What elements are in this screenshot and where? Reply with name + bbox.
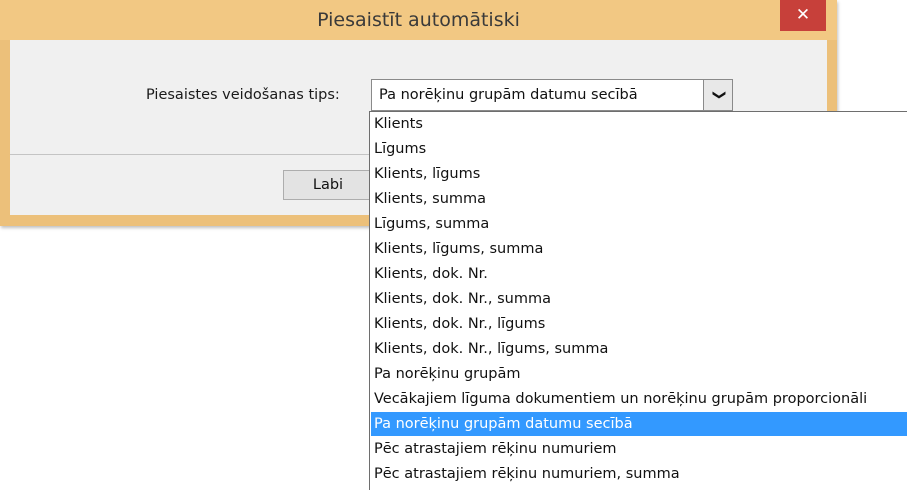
dropdown-option[interactable]: Pēc atrastajiem rēķinu numuriem, summa [371, 462, 907, 486]
title-bar[interactable]: Piesaistīt automātiski ✕ [0, 0, 837, 40]
link-type-selected-value: Pa norēķinu grupām datumu secībā [379, 87, 638, 103]
dropdown-option[interactable]: Klients, dok. Nr., summa [371, 287, 907, 311]
dropdown-toggle-button[interactable]: ❯ [703, 80, 732, 110]
dropdown-option[interactable]: Klients, dok. Nr., līgums, summa [371, 337, 907, 361]
dropdown-option[interactable]: Vecākajiem līguma dokumentiem un norēķin… [371, 387, 907, 411]
dropdown-option[interactable]: Līgums, summa [371, 212, 907, 236]
dropdown-option[interactable]: Līgums [371, 137, 907, 161]
dropdown-option[interactable]: Klients, dok. Nr., līgums [371, 312, 907, 336]
link-type-select[interactable]: Pa norēķinu grupām datumu secībā ❯ [371, 79, 733, 111]
dropdown-option[interactable]: Klients, dok. Nr. [371, 262, 907, 286]
link-type-label: Piesaistes veidošanas tips: [146, 87, 340, 103]
close-button[interactable]: ✕ [780, 0, 826, 31]
dialog-title: Piesaistīt automātiski [317, 9, 520, 31]
dropdown-option[interactable]: Pēc atrastajiem rēķinu numuriem [371, 437, 907, 461]
ok-button[interactable]: Labi [283, 170, 373, 200]
dropdown-option[interactable]: Klients, līgums [371, 162, 907, 186]
dropdown-option[interactable]: Klients, līgums, summa [371, 237, 907, 261]
close-icon: ✕ [795, 5, 811, 25]
link-type-dropdown-list[interactable]: Klients Līgums Klients, līgums Klients, … [369, 111, 907, 490]
dropdown-option[interactable]: Klients, summa [371, 187, 907, 211]
dropdown-option-selected[interactable]: Pa norēķinu grupām datumu secībā [371, 412, 907, 436]
dropdown-option[interactable]: Klients [371, 112, 907, 136]
chevron-down-icon: ❯ [711, 89, 726, 101]
dropdown-option[interactable]: Pa norēķinu grupām [371, 362, 907, 386]
